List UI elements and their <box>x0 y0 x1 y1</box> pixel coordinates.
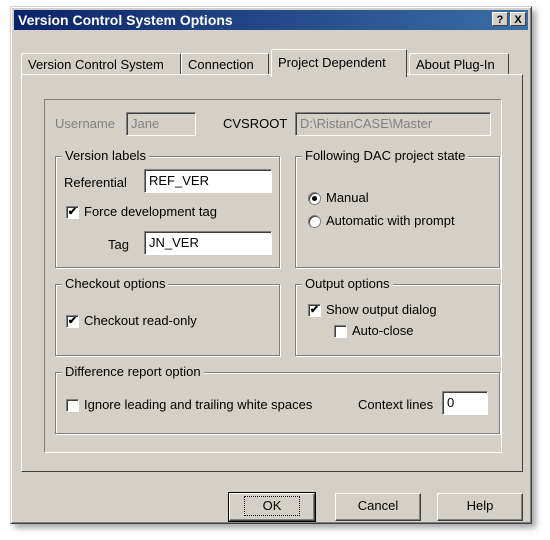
checkout-options-legend: Checkout options <box>62 276 169 291</box>
manual-label: Manual <box>326 190 369 205</box>
tag-field[interactable]: JN_VER <box>144 231 272 255</box>
auto-close-label: Auto-close <box>352 323 414 338</box>
help-button[interactable]: Help <box>437 493 523 521</box>
output-options-group: Output options ✔ Show output dialog Auto… <box>295 276 500 356</box>
window-title: Version Control System Options <box>18 12 233 28</box>
help-title-button[interactable]: ? <box>492 12 508 26</box>
ignore-whitespace-label: Ignore leading and trailing white spaces <box>84 397 313 412</box>
dac-state-group: Following DAC project state Manual Autom… <box>295 148 500 268</box>
username-field[interactable]: Jane <box>126 112 196 136</box>
radio-selected-dot <box>312 196 317 201</box>
context-lines-field[interactable]: 0 <box>442 391 488 415</box>
tab-panel: Username Jane CVSROOT D:\RistanCASE\Mast… <box>21 74 523 472</box>
automatic-label: Automatic with prompt <box>326 213 455 228</box>
close-title-button[interactable]: X <box>510 12 526 26</box>
version-labels-legend: Version labels <box>62 148 149 163</box>
automatic-radio[interactable] <box>308 215 321 228</box>
output-options-legend: Output options <box>302 276 393 291</box>
dac-state-legend: Following DAC project state <box>302 148 469 163</box>
show-output-checkbox[interactable]: ✔ <box>308 304 321 317</box>
context-lines-label: Context lines <box>358 397 434 412</box>
version-labels-group: Version labels Referential REF_VER ✔ For… <box>55 148 280 268</box>
options-panel: Username Jane CVSROOT D:\RistanCASE\Mast… <box>44 99 502 453</box>
username-label: Username <box>55 116 115 131</box>
manual-radio[interactable] <box>308 192 321 205</box>
checkout-readonly-checkbox[interactable]: ✔ <box>66 315 79 328</box>
title-bar[interactable]: Version Control System Options ? X <box>14 10 528 30</box>
options-dialog: Version Control System Options ? X Versi… <box>10 6 532 524</box>
cvsroot-label: CVSROOT <box>223 116 288 131</box>
ok-button-label: OK <box>243 496 301 516</box>
tab-connection[interactable]: Connection <box>181 53 269 75</box>
auto-close-checkbox[interactable] <box>334 325 347 338</box>
difference-report-legend: Difference report option <box>62 364 204 379</box>
referential-label: Referential <box>64 175 127 190</box>
show-output-label: Show output dialog <box>326 302 437 317</box>
cvsroot-field[interactable]: D:\RistanCASE\Master <box>295 112 491 136</box>
ok-button[interactable]: OK <box>228 492 316 522</box>
checkout-options-group: Checkout options ✔ Checkout read-only <box>55 276 280 356</box>
tab-about-plugin[interactable]: About Plug-In <box>409 53 509 75</box>
cancel-button[interactable]: Cancel <box>335 493 421 521</box>
tab-project-dependent[interactable]: Project Dependent <box>271 49 407 77</box>
tab-version-control-system[interactable]: Version Control System <box>21 53 181 75</box>
tag-label: Tag <box>108 237 129 252</box>
referential-field[interactable]: REF_VER <box>144 169 272 193</box>
force-dev-tag-label: Force development tag <box>84 204 217 219</box>
force-dev-tag-checkbox[interactable]: ✔ <box>66 206 79 219</box>
difference-report-group: Difference report option Ignore leading … <box>55 364 500 434</box>
checkout-readonly-label: Checkout read-only <box>84 313 197 328</box>
ignore-whitespace-checkbox[interactable] <box>66 399 79 412</box>
